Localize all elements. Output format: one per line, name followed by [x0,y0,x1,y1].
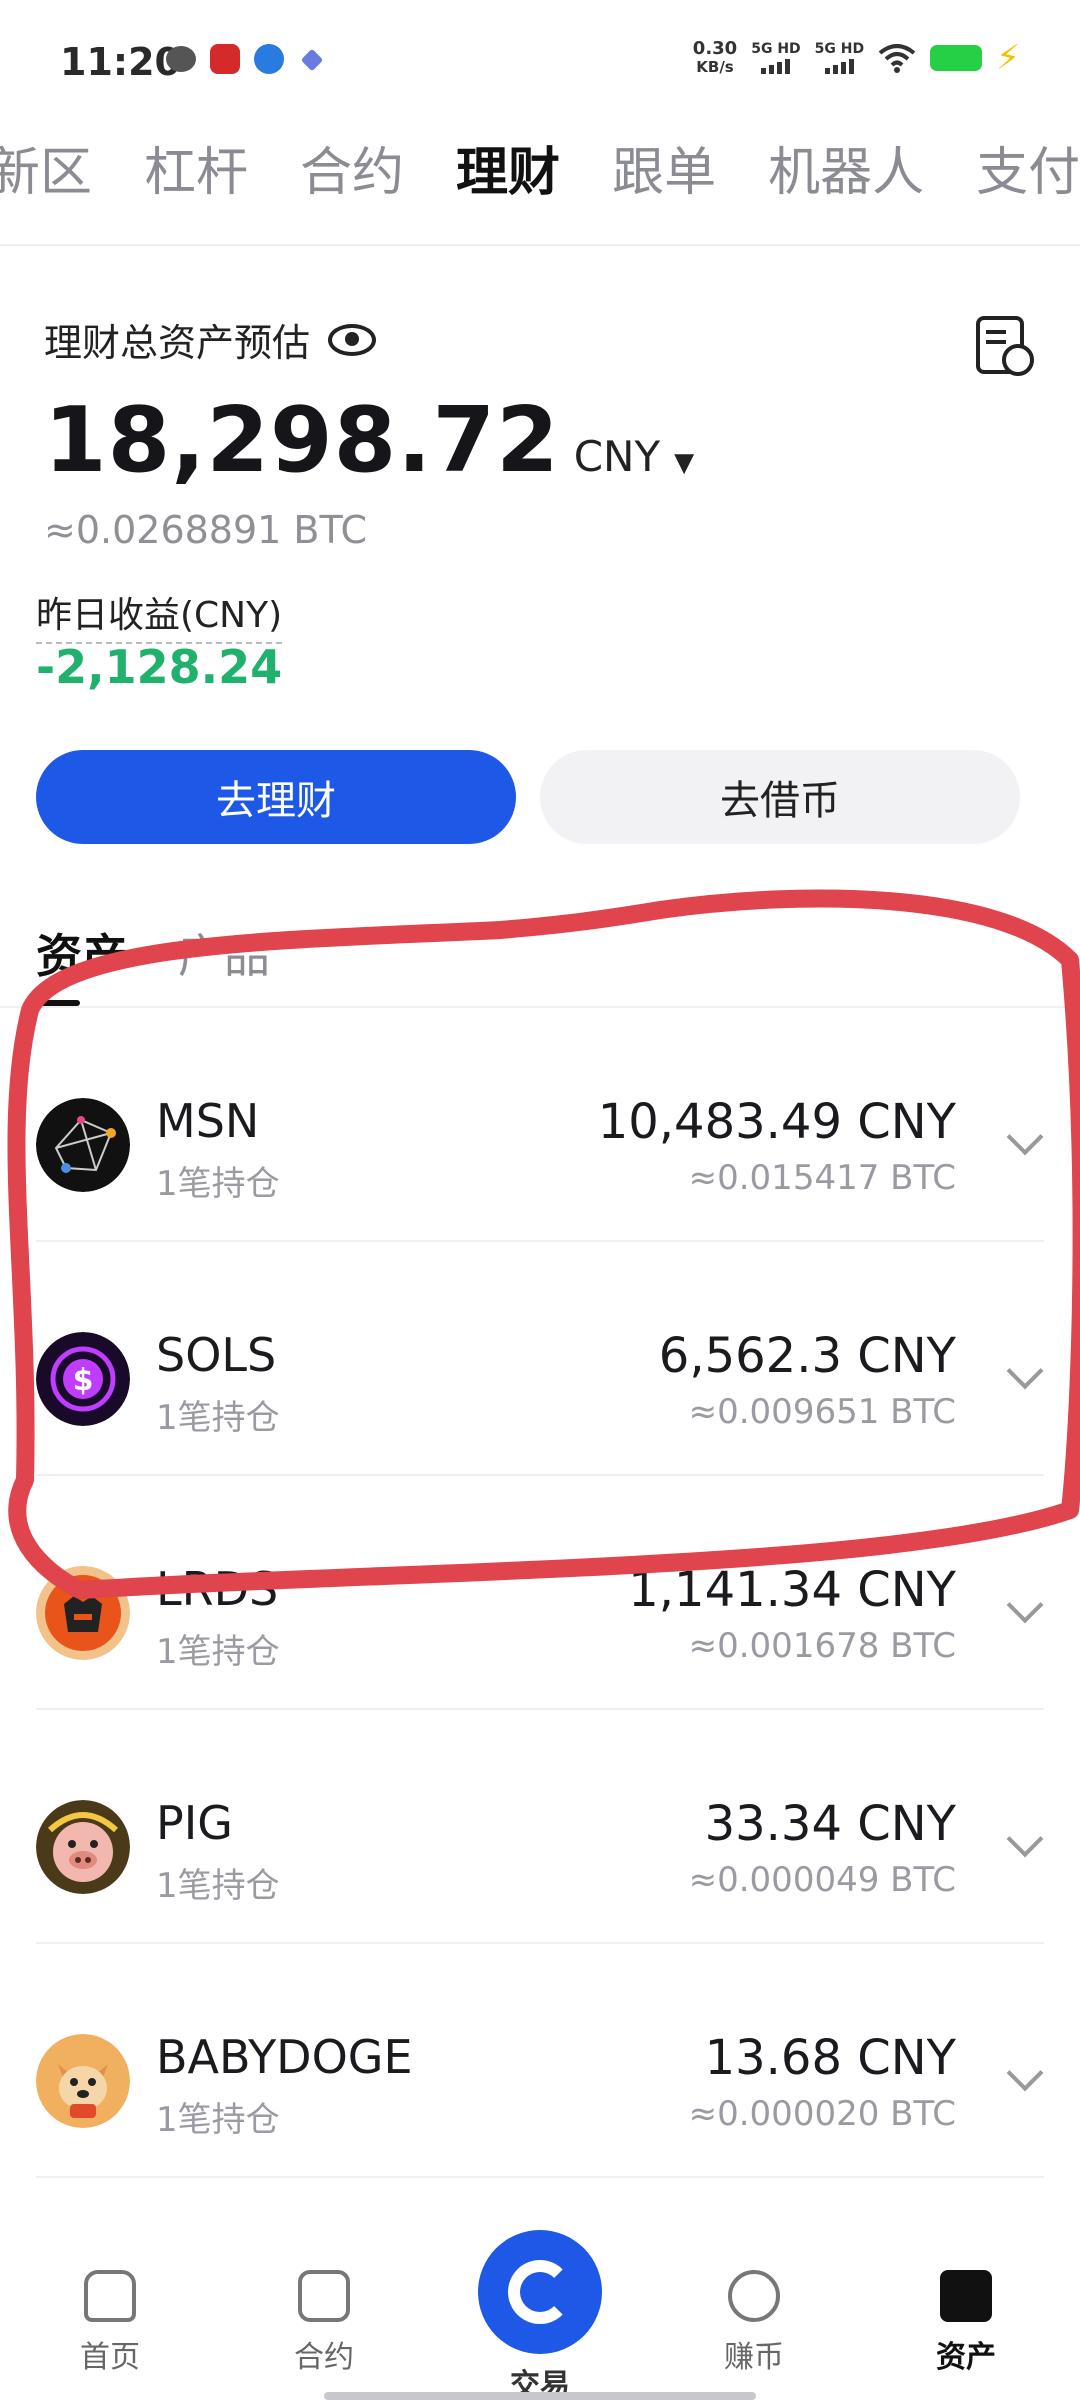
tab-bot[interactable]: 机器人 [768,130,924,205]
home-indicator [324,2392,756,2400]
category-tabs: 新区 杠杆 合约 理财 跟单 机器人 支付 [0,130,1080,205]
earn-icon [728,2270,780,2322]
charging-icon: ⚡ [996,38,1020,78]
go-borrow-button[interactable]: 去借币 [540,750,1020,844]
tab-contract[interactable]: 合约 [300,130,404,205]
signal-icon: 5G HD [751,42,801,74]
total-assets: 18,298.72 CNY ▼ [44,388,694,493]
yesterday-earnings-label[interactable]: 昨日收益(CNY) [36,586,283,644]
asset-value: 33.34 CNY [704,1796,956,1852]
nav-home[interactable]: 首页 [50,2270,170,2376]
status-bar: 11:20 0.30 KB/s 5G HD 5G HD ⚡ [0,0,1080,120]
wifi-icon [878,44,916,73]
history-icon[interactable] [976,316,1034,376]
chevron-down-icon[interactable] [1006,2054,1044,2092]
app-notification-icon [254,44,284,74]
chevron-down-icon[interactable] [1006,1820,1044,1858]
eye-icon[interactable] [328,323,377,356]
asset-positions: 1笔持仓 [156,2100,280,2140]
asset-name: PIG [156,1796,233,1850]
wallet-icon [940,2270,992,2322]
asset-btc-value: ≈0.000049 BTC [688,1860,956,1900]
contract-icon [298,2270,350,2322]
asset-name: BABYDOGE [156,2030,413,2084]
asset-btc-value: ≈0.000020 BTC [688,2094,956,2134]
message-icon [166,46,196,72]
tab-copy-trade[interactable]: 跟单 [612,130,716,205]
battery-icon [930,45,983,71]
tab-margin[interactable]: 杠杆 [144,130,248,205]
clock: 11:20 [60,40,181,84]
app-notification-icon [300,48,324,72]
nav-trade-button[interactable] [478,2230,602,2354]
asset-value: 13.68 CNY [704,2030,956,2086]
divider [0,244,1080,246]
caret-down-icon[interactable]: ▼ [674,448,694,478]
total-value: 18,298.72 [44,388,560,493]
tab-earn[interactable]: 理财 [456,130,560,205]
nav-assets[interactable]: 资产 [906,2270,1026,2376]
currency-selector[interactable]: CNY [574,432,660,481]
app-notification-icon [210,44,240,74]
nav-earn[interactable]: 赚币 [694,2270,814,2376]
pig-logo-icon [36,1800,130,1894]
home-icon [84,2270,136,2322]
network-speed: 0.30 KB/s [692,38,738,77]
total-assets-title: 理财总资产预估 [44,312,377,367]
asset-positions: 1笔持仓 [156,1866,280,1906]
trade-icon [508,2260,572,2324]
tab-pay[interactable]: 支付 [976,130,1080,205]
signal-icon: 5G HD [815,42,864,74]
go-earn-button[interactable]: 去理财 [36,750,516,844]
nav-contract[interactable]: 合约 [264,2270,384,2376]
red-annotation-circle [7,889,1080,1599]
babydoge-logo-icon [36,2034,130,2128]
bottom-navigation: 首页 合约 交易 赚币 资产 [0,2200,1080,2408]
yesterday-earnings-value: -2,128.24 [36,640,283,694]
tab-new-zone[interactable]: 新区 [0,130,92,205]
asset-row[interactable]: BABYDOGE 1笔持仓 13.68 CNY ≈0.000020 BTC [36,1944,1044,2178]
btc-equivalent: ≈0.0268891 BTC [44,508,367,552]
